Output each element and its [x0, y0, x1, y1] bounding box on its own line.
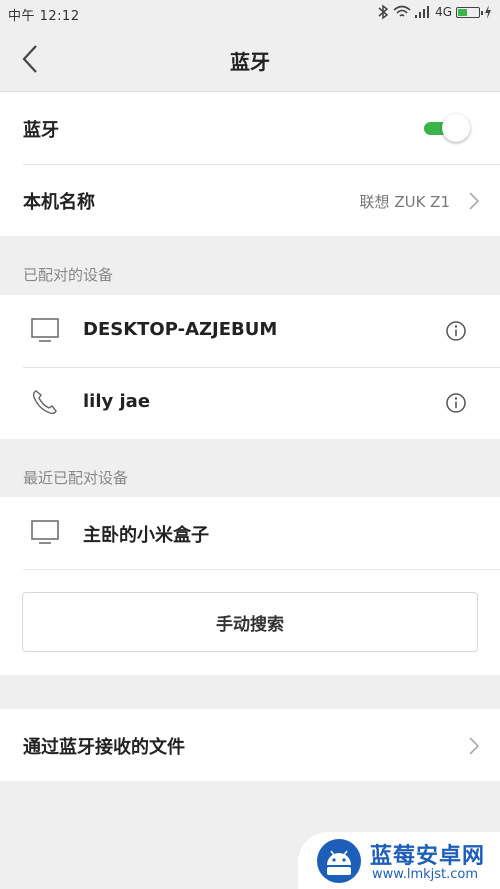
received-files-card: 通过蓝牙接收的文件 — [0, 709, 500, 781]
watermark-title: 蓝莓安卓网 — [370, 844, 486, 869]
phone-icon — [32, 390, 57, 415]
battery-icon — [456, 6, 483, 18]
device-name: lily jae — [83, 391, 151, 412]
bluetooth-label: 蓝牙 — [23, 120, 59, 141]
status-time: 中午 12:12 — [8, 9, 80, 24]
device-name-row[interactable]: 本机名称 联想 ZUK Z1 — [0, 164, 500, 236]
monitor-icon — [31, 520, 59, 544]
manual-search-button[interactable]: 手动搜索 — [22, 592, 478, 652]
status-bar: 中午 12:12 4G — [0, 0, 500, 28]
received-files-row[interactable]: 通过蓝牙接收的文件 — [0, 709, 500, 781]
chevron-right-icon — [469, 192, 480, 210]
status-icons: 4G — [377, 4, 492, 20]
device-name: DESKTOP-AZJEBUM — [83, 319, 278, 340]
wifi-icon — [393, 5, 411, 17]
device-name: 主卧的小米盒子 — [83, 525, 209, 546]
recent-device-row[interactable]: 主卧的小米盒子 — [0, 497, 500, 569]
bluetooth-toggle[interactable] — [424, 114, 472, 142]
device-name-value: 联想 ZUK Z1 — [359, 193, 450, 211]
android-logo-icon — [317, 839, 361, 883]
recent-devices-card: 主卧的小米盒子 手动搜索 — [0, 497, 500, 675]
paired-devices-header: 已配对的设备 — [23, 266, 114, 284]
page-title: 蓝牙 — [230, 50, 270, 74]
bluetooth-icon — [378, 4, 389, 20]
paired-device-row[interactable]: lily jae — [0, 367, 500, 439]
signal-icon — [415, 6, 430, 18]
bluetooth-settings-card: 蓝牙 本机名称 联想 ZUK Z1 — [0, 92, 500, 236]
monitor-icon — [31, 318, 59, 342]
title-bar: 蓝牙 — [0, 28, 500, 92]
paired-devices-card: DESKTOP-AZJEBUM lily jae — [0, 295, 500, 439]
divider — [23, 569, 500, 570]
info-icon[interactable] — [445, 392, 467, 414]
received-files-label: 通过蓝牙接收的文件 — [23, 737, 185, 758]
device-name-label: 本机名称 — [23, 192, 95, 213]
paired-device-row[interactable]: DESKTOP-AZJEBUM — [0, 295, 500, 367]
site-watermark: 蓝莓安卓网 www.lmkjst.com — [298, 832, 500, 889]
bluetooth-toggle-row[interactable]: 蓝牙 — [0, 92, 500, 164]
chevron-right-icon — [469, 737, 480, 755]
watermark-url: www.lmkjst.com — [372, 867, 479, 882]
recent-devices-header: 最近已配对设备 — [23, 469, 129, 487]
network-type: 4G — [435, 5, 452, 19]
info-icon[interactable] — [445, 320, 467, 342]
charging-icon — [485, 5, 491, 19]
